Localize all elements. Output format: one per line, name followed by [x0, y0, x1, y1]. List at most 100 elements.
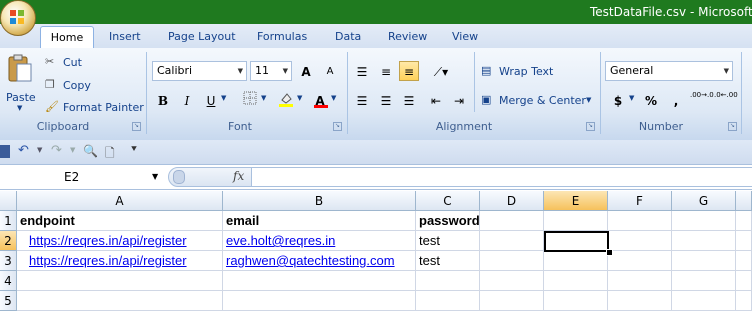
- cell-g3[interactable]: [672, 251, 736, 271]
- row-header-3[interactable]: 3: [0, 251, 17, 271]
- number-format-select[interactable]: General ▼: [605, 61, 733, 81]
- cell-g5[interactable]: [672, 291, 736, 311]
- cell-g4[interactable]: [672, 271, 736, 291]
- cell-h2[interactable]: [736, 231, 752, 251]
- collapse-handle-icon[interactable]: [173, 170, 185, 184]
- align-left-button[interactable]: ☰: [352, 90, 372, 110]
- wrap-text-button[interactable]: Wrap Text: [499, 65, 553, 78]
- cell-f3[interactable]: [608, 251, 672, 271]
- fill-color-dropdown-icon[interactable]: ▼: [297, 94, 302, 102]
- align-middle-button[interactable]: ≡: [376, 61, 396, 81]
- cell-b1[interactable]: email: [223, 211, 416, 231]
- save-icon[interactable]: [0, 145, 10, 158]
- increase-indent-button[interactable]: ⇥: [449, 90, 469, 110]
- paste-button[interactable]: Paste: [6, 91, 36, 104]
- align-center-button[interactable]: ☰: [376, 90, 396, 110]
- paste-dropdown-icon[interactable]: ▼: [17, 104, 22, 112]
- cell-f4[interactable]: [608, 271, 672, 291]
- tab-page-layout[interactable]: Page Layout: [168, 30, 236, 43]
- cell-h1[interactable]: [736, 211, 752, 231]
- fill-handle[interactable]: [606, 249, 613, 256]
- font-name-select[interactable]: Calibri ▼: [152, 61, 247, 81]
- cell-f5[interactable]: [608, 291, 672, 311]
- name-box[interactable]: E2 ▼: [0, 168, 162, 186]
- print-preview-icon[interactable]: 🔍: [83, 144, 98, 158]
- cell-a2[interactable]: https://reqres.in/api/register: [17, 231, 223, 251]
- column-header-a[interactable]: A: [17, 191, 223, 211]
- paste-icon[interactable]: [6, 54, 34, 84]
- column-header-b[interactable]: B: [223, 191, 416, 211]
- font-color-button[interactable]: A: [310, 90, 330, 110]
- currency-button[interactable]: $: [608, 90, 628, 110]
- cell-a1[interactable]: endpoint: [17, 211, 223, 231]
- decrease-decimal-button[interactable]: .0←.00: [713, 90, 738, 110]
- row-header-4[interactable]: 4: [0, 271, 17, 291]
- copy-button[interactable]: Copy: [63, 79, 91, 92]
- tab-review[interactable]: Review: [388, 30, 427, 43]
- decrease-indent-button[interactable]: ⇤: [426, 90, 446, 110]
- cell-d2[interactable]: [480, 231, 544, 251]
- row-header-1[interactable]: 1: [0, 211, 17, 231]
- row-header-5[interactable]: 5: [0, 291, 17, 311]
- new-document-icon[interactable]: 🗋: [105, 144, 115, 165]
- font-launcher-icon[interactable]: ↘: [333, 122, 342, 131]
- cell-e5[interactable]: [544, 291, 608, 311]
- cell-b4[interactable]: [223, 271, 416, 291]
- tab-home[interactable]: Home: [40, 26, 94, 49]
- align-bottom-button[interactable]: ≡: [399, 61, 419, 81]
- cell-h5[interactable]: [736, 291, 752, 311]
- cut-button[interactable]: Cut: [63, 56, 82, 69]
- grow-font-button[interactable]: A: [296, 61, 316, 81]
- cell-a4[interactable]: [17, 271, 223, 291]
- alignment-launcher-icon[interactable]: ↘: [586, 122, 595, 131]
- borders-button[interactable]: [240, 90, 260, 110]
- column-header-e[interactable]: E: [544, 191, 608, 211]
- cell-e4[interactable]: [544, 271, 608, 291]
- cell-g2[interactable]: [672, 231, 736, 251]
- underline-button[interactable]: U: [201, 90, 221, 110]
- shrink-font-button[interactable]: A: [320, 61, 340, 81]
- cell-c5[interactable]: [416, 291, 480, 311]
- undo-icon[interactable]: ↶: [18, 143, 29, 158]
- borders-dropdown-icon[interactable]: ▼: [261, 94, 266, 102]
- row-header-2[interactable]: 2: [0, 231, 17, 251]
- cell-a3[interactable]: https://reqres.in/api/register: [17, 251, 223, 271]
- select-all-button[interactable]: [0, 191, 17, 211]
- number-launcher-icon[interactable]: ↘: [728, 122, 737, 131]
- clipboard-launcher-icon[interactable]: ↘: [132, 122, 141, 131]
- cell-d4[interactable]: [480, 271, 544, 291]
- column-header-f[interactable]: F: [608, 191, 672, 211]
- fill-color-button[interactable]: [276, 90, 296, 110]
- undo-dropdown-icon[interactable]: ▼: [37, 146, 42, 154]
- insert-function-button[interactable]: fx: [233, 169, 244, 183]
- cell-a5[interactable]: [17, 291, 223, 311]
- align-right-button[interactable]: ☰: [399, 90, 419, 110]
- currency-dropdown-icon[interactable]: ▼: [629, 94, 634, 102]
- merge-dropdown-icon[interactable]: ▼: [586, 96, 591, 104]
- underline-dropdown-icon[interactable]: ▼: [221, 94, 226, 102]
- bold-button[interactable]: B: [153, 90, 173, 110]
- cell-c1[interactable]: password: [416, 211, 480, 231]
- tab-view[interactable]: View: [452, 30, 478, 43]
- cell-c4[interactable]: [416, 271, 480, 291]
- format-painter-button[interactable]: Format Painter: [63, 101, 144, 114]
- cell-g1[interactable]: [672, 211, 736, 231]
- customize-qat-icon[interactable]: ⯆: [130, 144, 138, 155]
- column-header-d[interactable]: D: [480, 191, 544, 211]
- cell-b3[interactable]: raghwen@qatechtesting.com: [223, 251, 416, 271]
- cell-d3[interactable]: [480, 251, 544, 271]
- tab-insert[interactable]: Insert: [109, 30, 141, 43]
- cell-e1[interactable]: [544, 211, 608, 231]
- cell-b2[interactable]: eve.holt@reqres.in: [223, 231, 416, 251]
- align-top-button[interactable]: ☰: [352, 61, 372, 81]
- cell-b5[interactable]: [223, 291, 416, 311]
- cell-f1[interactable]: [608, 211, 672, 231]
- cell-h4[interactable]: [736, 271, 752, 291]
- cell-c2[interactable]: test: [416, 231, 480, 251]
- increase-decimal-button[interactable]: .00→.0: [689, 90, 714, 110]
- italic-button[interactable]: I: [177, 90, 197, 110]
- font-color-dropdown-icon[interactable]: ▼: [331, 94, 336, 102]
- column-header-g[interactable]: G: [672, 191, 736, 211]
- font-size-select[interactable]: 11 ▼: [250, 61, 292, 81]
- percent-button[interactable]: %: [641, 90, 661, 110]
